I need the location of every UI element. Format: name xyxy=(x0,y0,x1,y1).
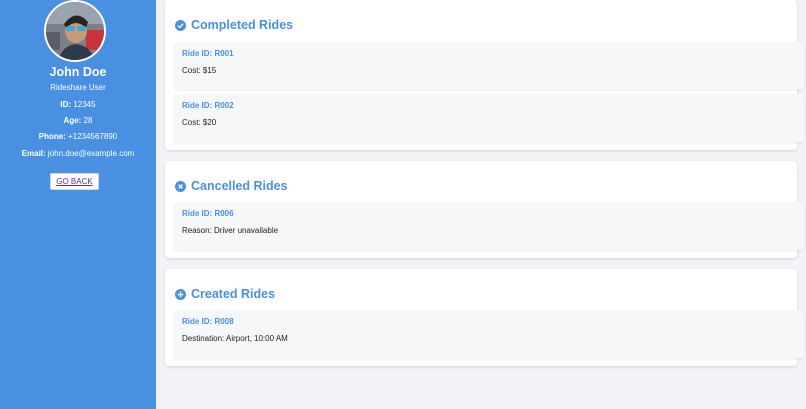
profile-sidebar: John Doe Rideshare User ID: 12345 Age: 2… xyxy=(0,0,156,409)
cancelled-rides-heading: Cancelled Rides xyxy=(191,179,288,193)
user-email: Email: john.doe@example.com xyxy=(0,149,156,158)
created-rides-title: Created Rides xyxy=(175,287,275,301)
plus-circle-icon xyxy=(175,288,186,300)
cancelled-rides-title: Cancelled Rides xyxy=(175,179,288,193)
ride-id: Ride ID: R001 xyxy=(182,49,234,58)
completed-rides-section: Completed Rides Ride ID: R001 Cost: $15 … xyxy=(165,0,804,150)
go-back-button[interactable]: GO BACK xyxy=(50,173,99,190)
user-age-label: Age: xyxy=(63,116,82,125)
user-role: Rideshare User xyxy=(50,83,106,92)
user-name: John Doe xyxy=(49,65,107,79)
ride-destination: Destination: Airport, 10:00 AM xyxy=(182,334,288,343)
cancelled-rides-section: Cancelled Rides Ride ID: R006 Reason: Dr… xyxy=(165,161,804,258)
created-rides-section: Created Rides Ride ID: R008 Destination:… xyxy=(165,269,804,366)
user-id-label: ID: xyxy=(60,100,72,109)
user-id: ID: 12345 xyxy=(0,100,156,109)
ride-card: Ride ID: R008 Destination: Airport, 10:0… xyxy=(174,310,804,358)
x-circle-icon xyxy=(175,180,186,192)
user-id-value: 12345 xyxy=(71,100,96,109)
completed-rides-title: Completed Rides xyxy=(175,18,293,32)
ride-card: Ride ID: R006 Reason: Driver unavailable xyxy=(174,202,804,250)
user-email-value: john.doe@example.com xyxy=(45,149,135,158)
user-age-value: 28 xyxy=(81,116,93,125)
ride-cost: Cost: $15 xyxy=(182,66,217,75)
ride-id: Ride ID: R006 xyxy=(182,209,234,218)
check-circle-icon xyxy=(175,19,186,31)
ride-card: Ride ID: R002 Cost: $20 xyxy=(174,94,804,142)
ride-id: Ride ID: R002 xyxy=(182,101,234,110)
user-age: Age: 28 xyxy=(0,116,156,125)
ride-cost: Cost: $20 xyxy=(182,118,217,127)
ride-id: Ride ID: R008 xyxy=(182,317,234,326)
user-phone-label: Phone: xyxy=(38,132,66,141)
completed-rides-heading: Completed Rides xyxy=(191,18,294,32)
user-phone-value: +1234567890 xyxy=(65,132,118,141)
ride-reason: Reason: Driver unavailable xyxy=(182,226,279,235)
user-email-label: Email: xyxy=(21,149,46,158)
user-phone: Phone: +1234567890 xyxy=(0,132,156,141)
ride-card: Ride ID: R001 Cost: $15 xyxy=(174,42,804,89)
created-rides-heading: Created Rides xyxy=(191,287,276,301)
avatar xyxy=(44,0,106,62)
